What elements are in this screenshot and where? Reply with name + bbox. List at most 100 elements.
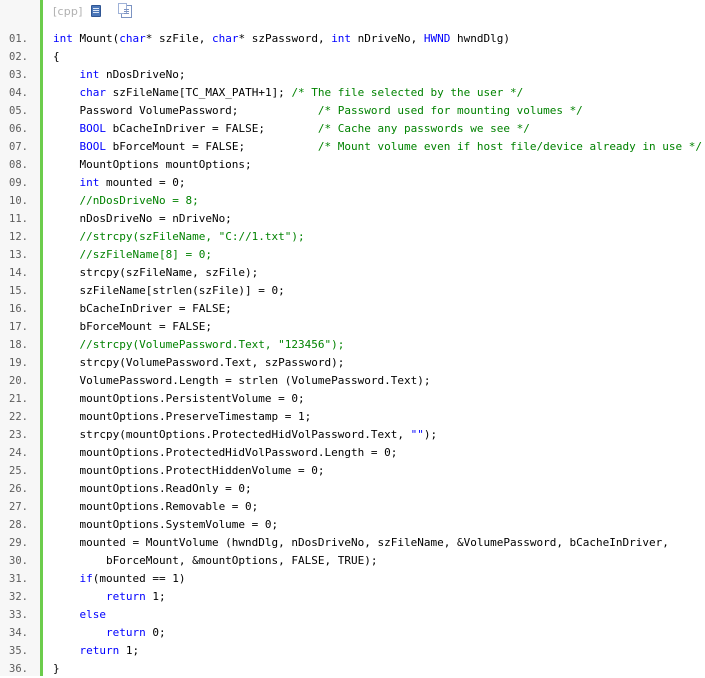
code-token: szFileName[strlen(szFile)] = 0; (53, 284, 285, 297)
code-text: } (53, 660, 60, 678)
line-number: 03. (9, 69, 28, 81)
code-line: 36.} (0, 660, 705, 678)
code-text: else (53, 606, 107, 624)
code-token: 1; (119, 644, 140, 657)
code-text: VolumePassword.Length = strlen (VolumePa… (53, 372, 430, 390)
code-lines: 01. int Mount(char* szFile, char* szPassw… (0, 30, 705, 678)
line-number: 06. (9, 123, 28, 135)
code-line: 07. BOOL bForceMount = FALSE; /* Mount v… (0, 138, 705, 156)
keyword-token: else (79, 608, 107, 621)
line-number: 09. (9, 177, 28, 189)
code-line: 15. szFileName[strlen(szFile)] = 0; (0, 282, 705, 300)
line-number: 21. (9, 393, 28, 405)
code-token: mounted = MountVolume (hwndDlg, nDosDriv… (53, 536, 669, 549)
code-line: 08. MountOptions mountOptions; (0, 156, 705, 174)
code-line: 06. BOOL bCacheInDriver = FALSE; /* Cach… (0, 120, 705, 138)
line-number: 22. (9, 411, 28, 423)
comment-token: /* The file selected by the user */ (291, 86, 524, 99)
code-token: MountOptions mountOptions; (53, 158, 252, 171)
code-token: strcpy(mountOptions.ProtectedHidVolPassw… (53, 428, 411, 441)
keyword-token: int (79, 68, 100, 81)
code-line: 02. { (0, 48, 705, 66)
line-number: 10. (9, 195, 28, 207)
keyword-token: if (79, 572, 93, 585)
code-text: mountOptions.ReadOnly = 0; (53, 480, 251, 498)
line-number: 25. (9, 465, 28, 477)
line-number: 04. (9, 87, 28, 99)
code-text: bForceMount = FALSE; (53, 318, 211, 336)
line-number: 02. (9, 51, 28, 63)
code-text: if(mounted == 1) (53, 570, 186, 588)
code-text: //strcpy(szFileName, "C://1.txt"); (53, 228, 305, 246)
code-line: 14. strcpy(szFileName, szFile); (0, 264, 705, 282)
keyword-token: return (105, 626, 146, 639)
keyword-token: return (79, 644, 120, 657)
comment-token: /* Cache any passwords we see */ (317, 122, 530, 135)
code-text: mountOptions.ProtectHiddenVolume = 0; (53, 462, 324, 480)
code-text: return 1; (53, 642, 140, 660)
code-token: nDriveNo, (351, 32, 424, 45)
code-line: 27. mountOptions.Removable = 0; (0, 498, 705, 516)
keyword-token: HWND (423, 32, 451, 45)
code-text: return 0; (53, 624, 166, 642)
code-text: Password VolumePassword; /* Password use… (53, 102, 582, 120)
code-text: nDosDriveNo = nDriveNo; (53, 210, 232, 228)
code-line: 18. //strcpy(VolumePassword.Text, "12345… (0, 336, 705, 354)
keyword-token: BOOL (79, 122, 107, 135)
code-token: mountOptions.SystemVolume = 0; (53, 518, 279, 531)
code-token: 0; (145, 626, 166, 639)
code-token: { (53, 50, 60, 63)
code-line: 24. mountOptions.ProtectedHidVolPassword… (0, 444, 705, 462)
line-number: 33. (9, 609, 28, 621)
code-line: 25. mountOptions.ProtectHiddenVolume = 0… (0, 462, 705, 480)
code-token: mountOptions.ProtectedHidVolPassword.Len… (53, 446, 398, 459)
code-text: bForceMount, &mountOptions, FALSE, TRUE)… (53, 552, 378, 570)
code-token: nDosDriveNo = nDriveNo; (53, 212, 232, 225)
code-token: (mounted == 1) (92, 572, 186, 585)
code-line: 12. //strcpy(szFileName, "C://1.txt"); (0, 228, 705, 246)
code-text: { (53, 48, 60, 66)
code-line: 16. bCacheInDriver = FALSE; (0, 300, 705, 318)
line-number: 05. (9, 105, 28, 117)
code-line: 34. return 0; (0, 624, 705, 642)
copy-icon[interactable] (117, 2, 132, 18)
line-number: 13. (9, 249, 28, 261)
line-number: 14. (9, 267, 28, 279)
view-source-icon[interactable] (90, 5, 101, 17)
code-line: 28. mountOptions.SystemVolume = 0; (0, 516, 705, 534)
keyword-token: return (105, 590, 146, 603)
code-text: mounted = MountVolume (hwndDlg, nDosDriv… (53, 534, 669, 552)
code-text: int Mount(char* szFile, char* szPassword… (53, 30, 510, 48)
code-line: 20. VolumePassword.Length = strlen (Volu… (0, 372, 705, 390)
code-line: 31. if(mounted == 1) (0, 570, 705, 588)
line-number: 26. (9, 483, 28, 495)
keyword-token: char (119, 32, 146, 45)
code-token: nDosDriveNo; (99, 68, 186, 81)
line-number: 17. (9, 321, 28, 333)
keyword-token: int (79, 176, 100, 189)
code-text: BOOL bCacheInDriver = FALSE; /* Cache an… (53, 120, 530, 138)
code-token: mountOptions.PersistentVolume = 0; (53, 392, 305, 405)
line-number: 08. (9, 159, 28, 171)
code-text: szFileName[strlen(szFile)] = 0; (53, 282, 285, 300)
line-number: 32. (9, 591, 28, 603)
code-block: [cpp] 01. int Mount(char* szFile, char* s… (0, 0, 705, 676)
code-text: return 1; (53, 588, 166, 606)
line-number: 11. (9, 213, 28, 225)
keyword-token: int (53, 32, 73, 45)
code-text: strcpy(mountOptions.ProtectedHidVolPassw… (53, 426, 437, 444)
code-token: mountOptions.PreserveTimestamp = 1; (53, 410, 312, 423)
code-line: 05. Password VolumePassword; /* Password… (0, 102, 705, 120)
code-line: 22. mountOptions.PreserveTimestamp = 1; (0, 408, 705, 426)
code-text: //strcpy(VolumePassword.Text, "123456"); (53, 336, 345, 354)
code-line: 23. strcpy(mountOptions.ProtectedHidVolP… (0, 426, 705, 444)
